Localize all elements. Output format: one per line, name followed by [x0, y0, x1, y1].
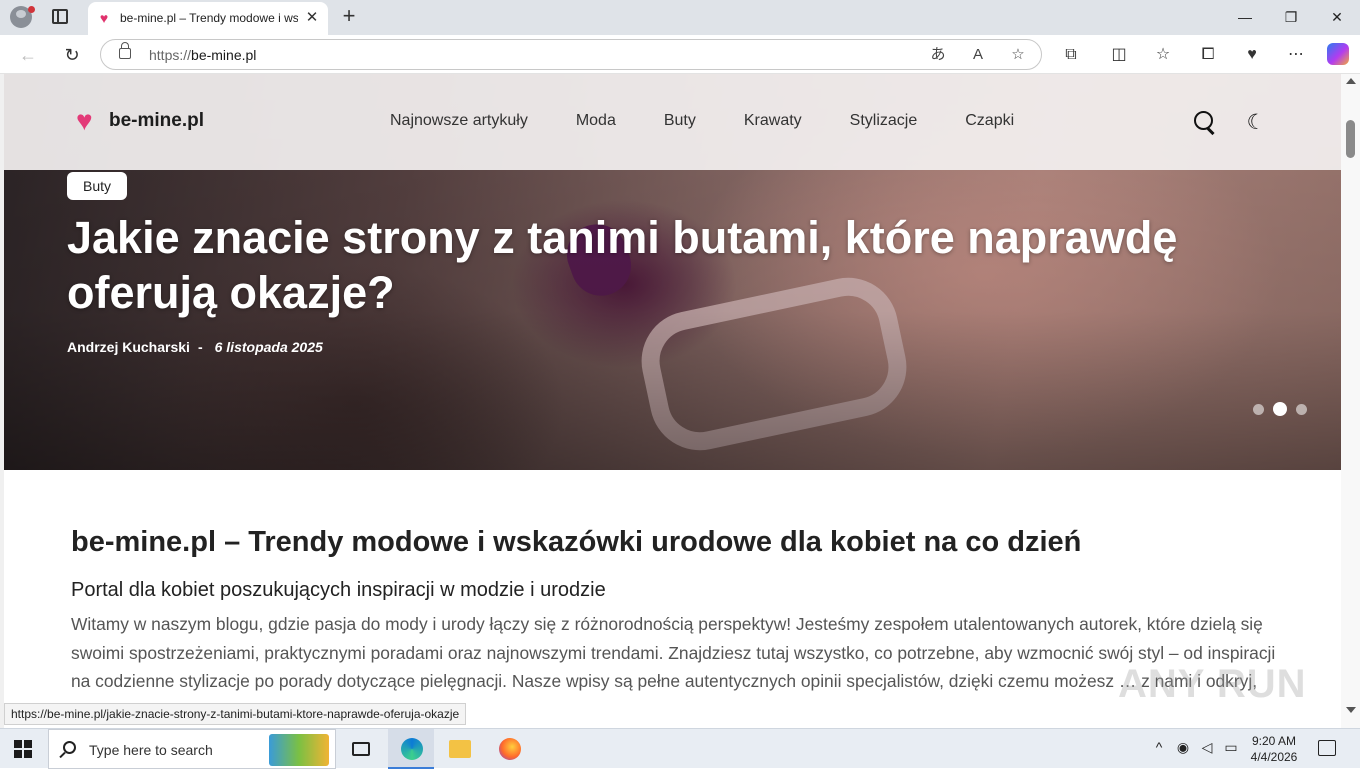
url-text[interactable]: https://be-mine.pl	[149, 47, 256, 63]
reload-button[interactable]: ↻	[60, 43, 84, 67]
scroll-thumb[interactable]	[1346, 120, 1355, 158]
taskbar-firefox-button[interactable]	[486, 729, 532, 769]
tab-close-button[interactable]: ✕	[302, 8, 322, 28]
site-header: ♥ be-mine.pl Najnowsze artykuły Moda But…	[4, 74, 1341, 170]
notifications-icon[interactable]	[1318, 740, 1336, 756]
anyrun-watermark: ANY RUN	[1118, 662, 1307, 706]
page-scrollbar[interactable]	[1341, 74, 1360, 728]
hero-article-title[interactable]: Jakie znacie strony z tanimi butami, któ…	[67, 210, 1247, 320]
tray-network-icon[interactable]: ▭	[1221, 739, 1241, 756]
windows-start-icon[interactable]	[14, 740, 32, 758]
tray-meet-icon[interactable]: ◉	[1173, 739, 1193, 756]
taskbar-search-box[interactable]: Type here to search	[48, 729, 336, 769]
tray-volume-icon[interactable]: ◁	[1197, 739, 1217, 756]
web-page: ♥ be-mine.pl Najnowsze artykuły Moda But…	[0, 74, 1360, 728]
meta-separator: -	[197, 339, 203, 355]
slider-dot[interactable]	[1253, 403, 1264, 415]
browser-tab[interactable]: ♥ be-mine.pl – Trendy modowe i wskazówki…	[88, 2, 328, 35]
minimize-button[interactable]: —	[1233, 6, 1257, 28]
taskbar-edge-button[interactable]	[388, 729, 434, 769]
profile-notification-dot	[28, 6, 35, 13]
back-button[interactable]: ←	[16, 43, 40, 67]
file-explorer-icon	[449, 740, 471, 758]
tray-chevron-icon[interactable]: ^	[1149, 739, 1169, 755]
extensions-icon[interactable]: ⧉	[1059, 43, 1083, 67]
search-icon[interactable]	[1194, 111, 1216, 133]
firefox-icon	[499, 738, 521, 760]
article-date: 6 listopada 2025	[214, 339, 323, 355]
copilot-icon[interactable]	[1327, 43, 1349, 65]
read-aloud-icon[interactable]: A	[968, 45, 988, 65]
intro-section: be-mine.pl – Trendy modowe i wskazówki u…	[71, 522, 1281, 724]
browser-toolbar: ← ↻ https://be-mine.pl あ A ☆ ⧉ ◫ ☆ ⧠ ♥ ⋯	[0, 35, 1360, 74]
page-subheading: Portal dla kobiet poszukujących inspirac…	[71, 579, 606, 601]
main-menu: Najnowsze artykuły Moda Buty Krawaty Sty…	[390, 112, 1062, 134]
site-favicon-icon: ♥	[99, 10, 109, 26]
new-tab-button[interactable]: +	[338, 4, 360, 28]
more-menu-icon[interactable]: ⋯	[1284, 43, 1308, 67]
menu-item-stylizacje[interactable]: Stylizacje	[850, 112, 918, 134]
dark-mode-toggle-icon[interactable]: ☾	[1243, 110, 1269, 136]
edge-icon	[401, 738, 423, 760]
clock-date: 4/4/2026	[1250, 750, 1298, 764]
task-view-button[interactable]	[338, 729, 384, 769]
address-bar[interactable]: https://be-mine.pl あ A ☆	[100, 39, 1042, 70]
scroll-down-arrow-icon[interactable]	[1346, 707, 1356, 713]
link-status-bar: https://be-mine.pl/jakie-znacie-strony-z…	[4, 703, 467, 725]
logo-icon[interactable]: ♥	[76, 104, 106, 138]
slider-dot[interactable]	[1273, 402, 1287, 416]
clock-time: 9:20 AM	[1251, 734, 1297, 748]
taskbar-search-placeholder: Type here to search	[89, 742, 213, 758]
translate-icon[interactable]: あ	[928, 45, 948, 65]
tab-title: be-mine.pl – Trendy modowe i wskazówki u…	[120, 11, 298, 25]
search-highlight-art-icon	[269, 734, 329, 766]
page-heading: be-mine.pl – Trendy modowe i wskazówki u…	[71, 526, 1082, 558]
windows-taskbar: Type here to search ^ ◉ ◁ ▭ 9:20 AM 4/4/…	[0, 728, 1360, 769]
menu-item-czapki[interactable]: Czapki	[965, 112, 1014, 134]
logo-text[interactable]: be-mine.pl	[109, 110, 204, 132]
search-icon	[63, 741, 76, 754]
menu-item-buty[interactable]: Buty	[664, 112, 696, 134]
slider-pagination	[1253, 402, 1316, 416]
category-badge[interactable]: Buty	[67, 172, 128, 200]
collections-icon[interactable]: ⧠	[1196, 43, 1220, 67]
menu-item-krawaty[interactable]: Krawaty	[744, 112, 802, 134]
close-window-button[interactable]: ✕	[1325, 6, 1349, 28]
taskbar-explorer-button[interactable]	[436, 729, 482, 769]
add-favorite-icon[interactable]: ☆	[1008, 45, 1028, 65]
favorites-icon[interactable]: ☆	[1151, 43, 1175, 67]
taskbar-clock[interactable]: 9:20 AM 4/4/2026	[1244, 733, 1304, 765]
restore-button[interactable]: ❐	[1279, 6, 1303, 28]
scroll-up-arrow-icon[interactable]	[1346, 78, 1356, 84]
task-view-icon	[352, 742, 370, 756]
menu-item-najnowsze[interactable]: Najnowsze artykuły	[390, 112, 528, 134]
lock-icon[interactable]	[119, 42, 131, 59]
browser-essentials-icon[interactable]: ♥	[1240, 43, 1264, 67]
article-author[interactable]: Andrzej Kucharski	[67, 339, 190, 355]
menu-item-moda[interactable]: Moda	[576, 112, 616, 134]
slider-dot[interactable]	[1296, 403, 1307, 415]
split-screen-icon[interactable]: ◫	[1107, 43, 1131, 67]
tab-actions-icon[interactable]	[52, 9, 68, 24]
hero-article-meta: Andrzej Kucharski -6 listopada 2025	[67, 339, 323, 355]
browser-tab-bar: ♥ be-mine.pl – Trendy modowe i wskazówki…	[0, 0, 1360, 35]
